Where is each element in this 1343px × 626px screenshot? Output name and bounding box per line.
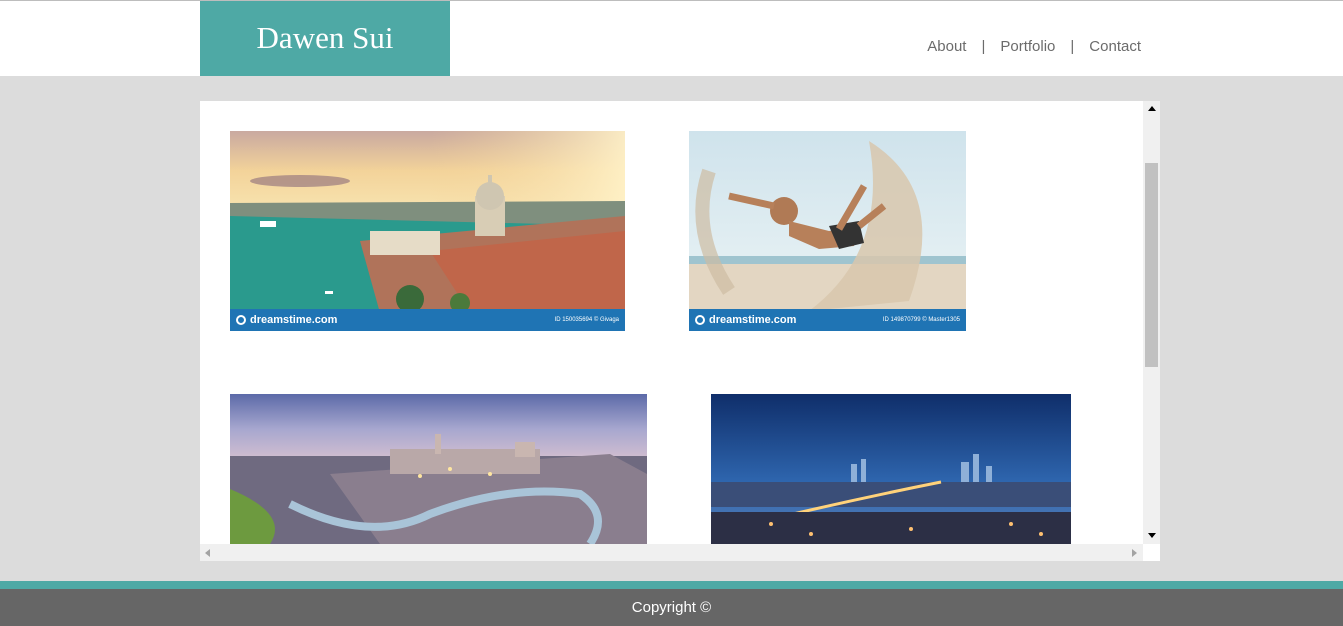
venice-image <box>230 131 625 313</box>
portfolio-gallery-frame[interactable]: dreamstime.com ID 150035694 © Givaga dre… <box>200 101 1160 561</box>
dreamstime-logo-icon <box>236 315 246 325</box>
scroll-left-arrow-icon[interactable] <box>205 549 210 557</box>
nav-separator: | <box>1070 38 1075 55</box>
scrollbar-corner <box>1143 544 1160 561</box>
scroll-right-arrow-icon[interactable] <box>1132 549 1137 557</box>
nav-contact-link[interactable]: Contact <box>1089 38 1141 55</box>
nav-separator: | <box>981 38 986 55</box>
watermark-text: dreamstime.com <box>709 314 797 326</box>
gallery-photo-venice[interactable]: dreamstime.com ID 150035694 © Givaga <box>230 131 625 331</box>
jumping-man-image <box>689 131 966 331</box>
scroll-up-arrow-icon[interactable] <box>1148 106 1156 111</box>
gallery-photo-toledo[interactable] <box>230 394 647 544</box>
vertical-scroll-thumb[interactable] <box>1145 163 1158 367</box>
image-id-text: ID 149870799 © Master1305 <box>882 317 960 323</box>
dreamstime-logo-icon <box>695 315 705 325</box>
dreamstime-watermark: dreamstime.com ID 149870799 © Master1305 <box>689 309 966 331</box>
istanbul-image <box>711 394 1071 544</box>
copyright-text: Copyright © <box>631 599 712 616</box>
site-logo[interactable]: Dawen Sui <box>200 1 450 76</box>
horizontal-scrollbar[interactable] <box>200 544 1143 561</box>
footer-accent-bar <box>0 581 1343 589</box>
site-footer: Copyright © <box>0 589 1343 626</box>
nav-portfolio-link[interactable]: Portfolio <box>1000 38 1055 55</box>
site-header: Dawen Sui About | Portfolio | Contact <box>0 0 1343 76</box>
scroll-down-arrow-icon[interactable] <box>1148 533 1156 538</box>
toledo-image <box>230 394 647 544</box>
vertical-scrollbar[interactable] <box>1143 101 1160 544</box>
gallery-photo-jumping-man[interactable]: dreamstime.com ID 149870799 © Master1305 <box>689 131 966 331</box>
nav-about-link[interactable]: About <box>927 38 966 55</box>
dreamstime-watermark: dreamstime.com ID 150035694 © Givaga <box>230 309 625 331</box>
watermark-text: dreamstime.com <box>250 314 338 326</box>
gallery-photo-istanbul[interactable] <box>711 394 1071 544</box>
image-id-text: ID 150035694 © Givaga <box>554 317 619 323</box>
main-nav: About | Portfolio | Contact <box>927 38 1141 55</box>
